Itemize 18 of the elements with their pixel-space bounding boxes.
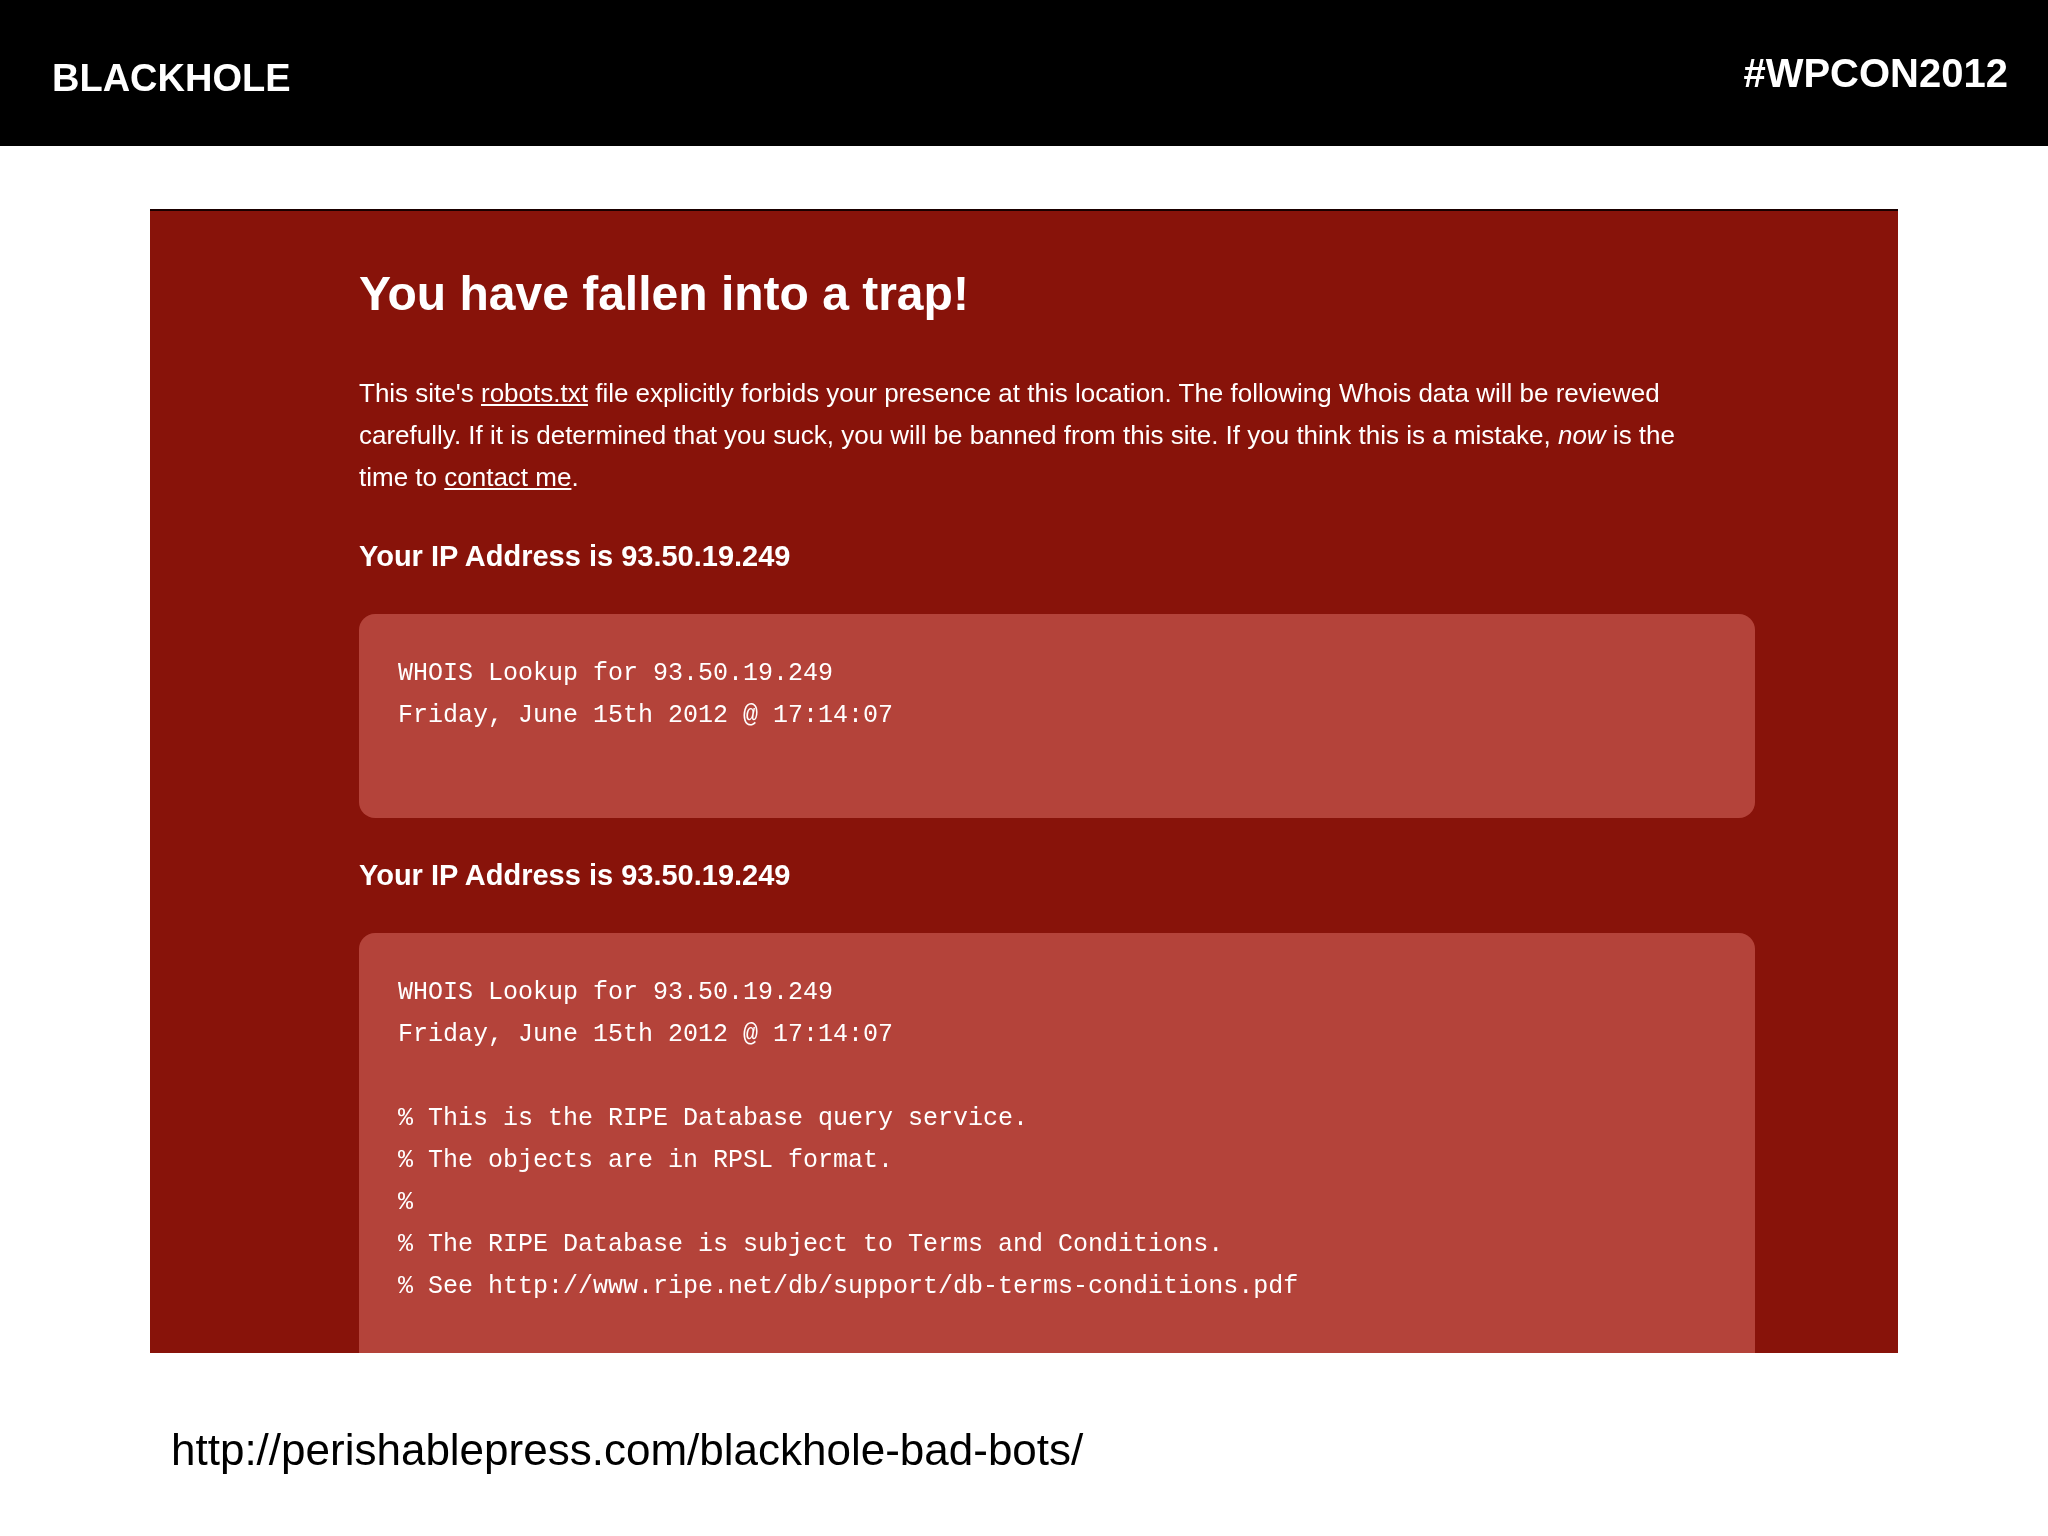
ip-heading: Your IP Address is 93.50.19.249 (359, 539, 792, 574)
page-heading: You have fallen into a trap! (359, 266, 970, 322)
whois-line: % The RIPE Database is subject to Terms and Conditions. (398, 1229, 1225, 1261)
source-url: http://perishablepress.com/blackhole-bad-bots/ (171, 1424, 1085, 1476)
text-link[interactable]: robots.txt (481, 378, 588, 408)
slide-title: BLACKHOLE (52, 56, 291, 100)
whois-line: Friday, June 15th 2012 @ 17:14:07 (398, 1019, 895, 1051)
whois-line: WHOIS Lookup for 93.50.19.249 (398, 977, 835, 1009)
intro-paragraph: This site's robots.txt file explicitly forbids your presence at this location. The following Whois data will be reviewed carefully. If it is determined that you suck, you will be banned from this site. If you think this is a mistake, now is the time to contact me. (359, 377, 1676, 494)
whois-line: % See http://www.ripe.net/db/support/db-terms-conditions.pdf (398, 1271, 1300, 1303)
whois-line: Friday, June 15th 2012 @ 17:14:07 (398, 700, 895, 732)
text-link[interactable]: contact me (444, 462, 572, 492)
ip-heading: Your IP Address is 93.50.19.249 (359, 858, 792, 893)
whois-line: % The objects are in RPSL format. (398, 1145, 895, 1177)
hashtag: #WPCON2012 (1743, 50, 2008, 96)
whois-line: % (398, 1187, 414, 1219)
whois-line: % This is the RIPE Database query service. (398, 1103, 1030, 1135)
whois-line: WHOIS Lookup for 93.50.19.249 (398, 658, 835, 690)
